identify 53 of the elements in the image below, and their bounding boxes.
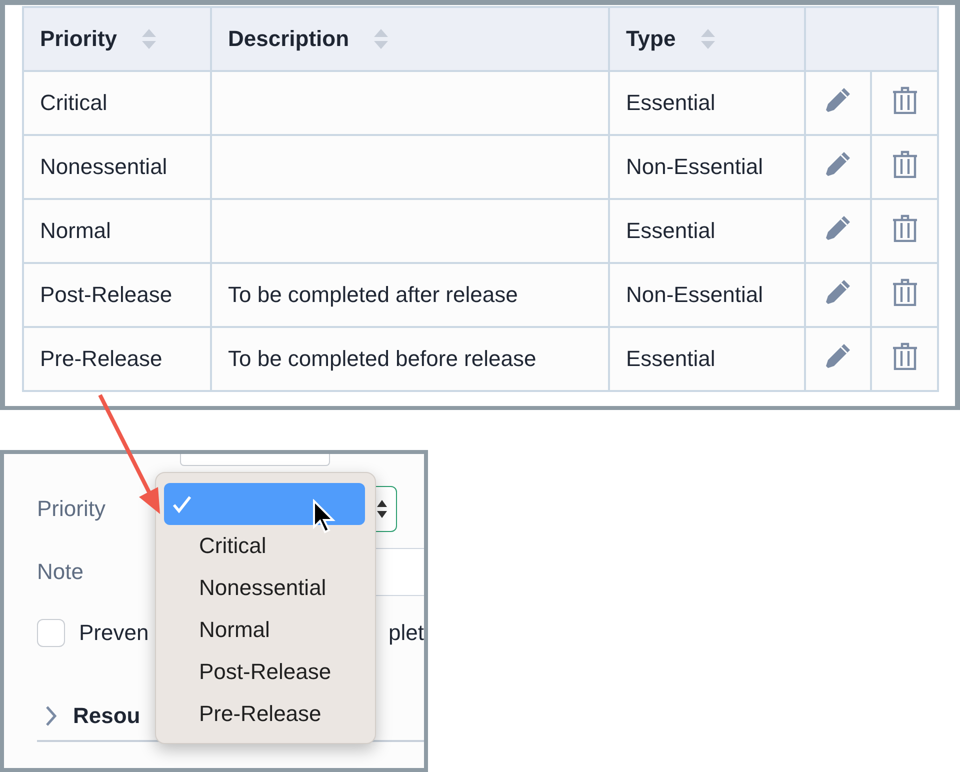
edit-button[interactable] <box>824 214 852 242</box>
menu-option[interactable]: Post-Release <box>164 651 365 693</box>
cursor-icon <box>312 499 336 535</box>
table-cell: Nonessential <box>23 135 211 199</box>
input-field[interactable] <box>180 454 330 466</box>
table-cell: Normal <box>23 199 211 263</box>
delete-button[interactable] <box>892 342 918 370</box>
pencil-icon <box>824 342 852 370</box>
column-title: Type <box>626 26 676 52</box>
edit-button[interactable] <box>824 278 852 306</box>
section-title[interactable]: Resou <box>73 703 140 729</box>
checkbox[interactable] <box>37 619 65 647</box>
field-label: Priority <box>37 496 106 522</box>
edit-button[interactable] <box>824 342 852 370</box>
trash-icon <box>892 278 918 306</box>
menu-option[interactable]: Pre-Release <box>164 693 365 735</box>
checkbox-label: plet <box>388 620 424 646</box>
edit-button[interactable] <box>824 86 852 114</box>
delete-button[interactable] <box>892 278 918 306</box>
menu-option[interactable]: Nonessential <box>164 567 365 609</box>
menu-option[interactable]: Normal <box>164 609 365 651</box>
pencil-icon <box>824 278 852 306</box>
field-label: Note <box>37 559 84 585</box>
trash-icon <box>892 150 918 178</box>
table-cell: Post-Release <box>23 263 211 327</box>
pencil-icon <box>824 150 852 178</box>
delete-button[interactable] <box>892 214 918 242</box>
column-header[interactable]: Priority <box>23 7 211 71</box>
table-cell: Essential <box>609 199 805 263</box>
column-header[interactable]: Type <box>609 7 805 71</box>
table-cell: Essential <box>609 71 805 135</box>
column-header[interactable]: Description <box>211 7 609 71</box>
table-cell: Essential <box>609 327 805 391</box>
delete-button[interactable] <box>892 150 918 178</box>
trash-icon <box>892 214 918 242</box>
column-title: Description <box>228 26 350 52</box>
pencil-icon <box>824 214 852 242</box>
trash-icon <box>892 86 918 114</box>
table-cell: To be completed before release <box>211 327 609 391</box>
table-cell: Pre-Release <box>23 327 211 391</box>
table-cell: Non-Essential <box>609 263 805 327</box>
trash-icon <box>892 342 918 370</box>
column-title: Priority <box>40 26 118 52</box>
checkbox-label: Preven <box>79 620 149 646</box>
check-icon <box>172 494 192 514</box>
delete-button[interactable] <box>892 86 918 114</box>
menu-option[interactable]: Critical <box>164 525 365 567</box>
table-cell: Critical <box>23 71 211 135</box>
table-cell: To be completed after release <box>211 263 609 327</box>
chevron-icon[interactable] <box>45 705 57 727</box>
pencil-icon <box>824 86 852 114</box>
table-cell: Non-Essential <box>609 135 805 199</box>
edit-button[interactable] <box>824 150 852 178</box>
